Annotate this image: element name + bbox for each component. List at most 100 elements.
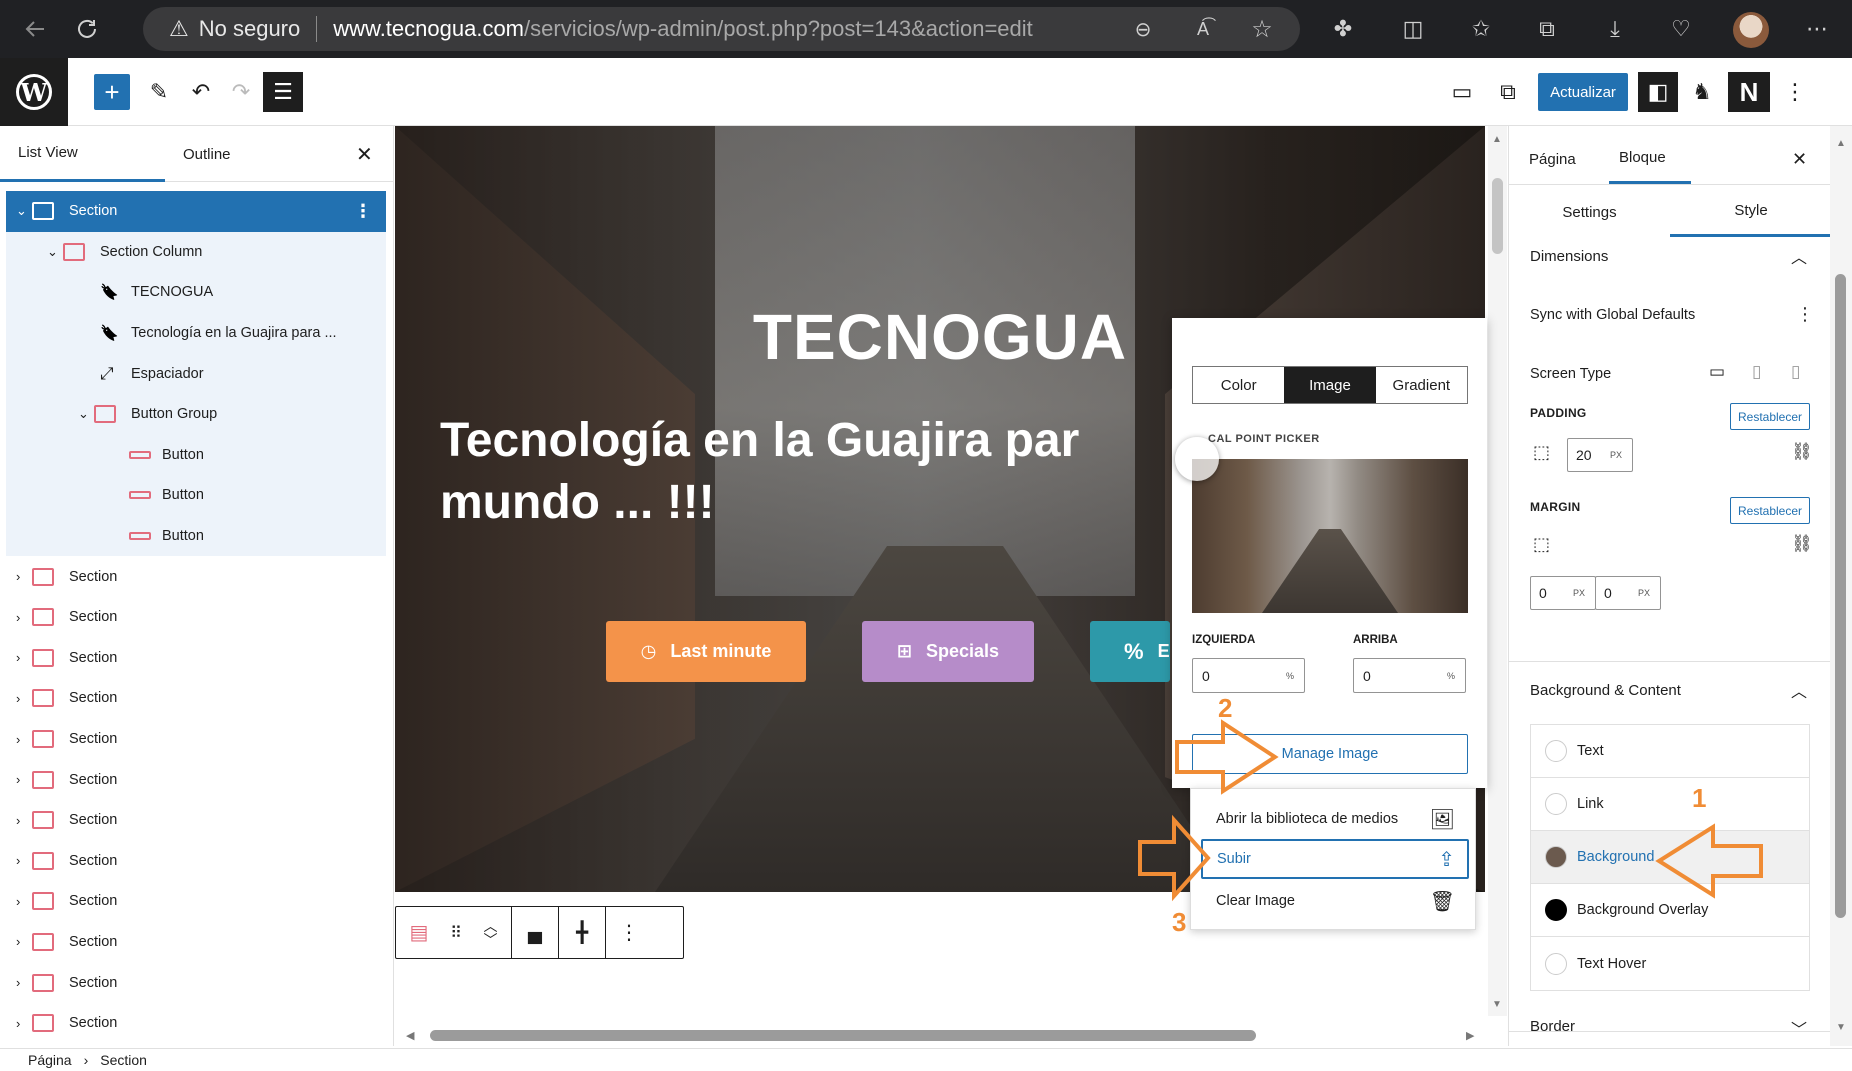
list-item[interactable]: 🔖 Tecnología en la Guajira para ...: [6, 312, 386, 354]
padding-reset-button[interactable]: Restablecer: [1730, 403, 1810, 430]
breadcrumb-current[interactable]: Section: [100, 1052, 147, 1068]
chevron-right-icon[interactable]: ›: [16, 772, 20, 787]
list-item[interactable]: › Section: [6, 597, 386, 638]
discount-button[interactable]: % E: [1090, 621, 1170, 682]
color-setting-link[interactable]: Link: [1531, 778, 1809, 831]
zoom-icon[interactable]: ⊖: [1126, 12, 1160, 46]
undo-icon[interactable]: ↶: [186, 74, 216, 110]
section-block-icon[interactable]: ▤: [396, 907, 442, 958]
chevron-right-icon[interactable]: ›: [16, 1016, 20, 1031]
item-options-icon[interactable]: ⋮: [354, 201, 372, 222]
unlink-icon[interactable]: ⛓: [1791, 534, 1813, 554]
more-menu-icon[interactable]: ⋯: [1800, 12, 1834, 46]
desktop-icon[interactable]: ▭: [1709, 362, 1725, 382]
list-item[interactable]: › Section: [6, 881, 386, 922]
redo-icon[interactable]: ↷: [226, 74, 256, 110]
canvas-vertical-scrollbar[interactable]: ▲ ▼: [1488, 126, 1507, 1016]
padding-input[interactable]: 20 PX: [1567, 438, 1633, 472]
chevron-right-icon[interactable]: ›: [16, 691, 20, 706]
options-kebab-icon[interactable]: ⋮: [1780, 74, 1810, 110]
health-icon[interactable]: ♡: [1664, 12, 1698, 46]
back-icon[interactable]: [18, 12, 52, 46]
tablet-icon[interactable]: ▯: [1752, 362, 1761, 382]
list-item[interactable]: 🔖 TECNOGUA: [6, 272, 386, 313]
color-setting-text[interactable]: Text: [1531, 725, 1809, 778]
more-options-icon[interactable]: ⋮: [606, 907, 652, 958]
dimensions-heading[interactable]: Dimensions: [1530, 248, 1608, 265]
seg-color[interactable]: Color: [1193, 367, 1284, 403]
margin-reset-button[interactable]: Restablecer: [1730, 497, 1810, 524]
chevron-right-icon[interactable]: ›: [16, 853, 20, 868]
upload-item[interactable]: Subir ⇪: [1201, 839, 1469, 879]
list-item[interactable]: › Section: [6, 678, 386, 719]
chevron-down-icon[interactable]: ⌄: [47, 244, 58, 260]
chevron-right-icon[interactable]: ›: [16, 650, 20, 665]
wordpress-logo[interactable]: W: [0, 58, 68, 126]
move-up-down-icon[interactable]: ︿ ﹀: [470, 907, 512, 958]
seg-gradient[interactable]: Gradient: [1376, 367, 1467, 403]
bg-content-heading[interactable]: Background & Content: [1530, 682, 1681, 699]
list-item[interactable]: ⌄ Button Group: [6, 393, 386, 435]
justify-icon[interactable]: ╋: [559, 907, 606, 958]
list-item[interactable]: Button: [6, 434, 386, 476]
margin-bottom-input[interactable]: 0 PX: [1595, 576, 1661, 610]
add-block-button[interactable]: +: [94, 74, 130, 110]
sync-options-icon[interactable]: ⋮: [1796, 304, 1814, 325]
margin-top-input[interactable]: 0 PX: [1530, 576, 1596, 610]
mobile-icon[interactable]: ▯: [1791, 362, 1800, 382]
chevron-right-icon[interactable]: ›: [16, 813, 20, 828]
list-item[interactable]: › Section: [6, 962, 386, 1003]
chevron-right-icon[interactable]: ›: [16, 894, 20, 909]
list-item[interactable]: ⤢ Espaciador: [6, 353, 386, 394]
collections-icon[interactable]: ⧉: [1530, 12, 1564, 46]
chevron-down-icon[interactable]: ⌄: [16, 203, 27, 219]
extensions-icon[interactable]: ✤: [1326, 12, 1360, 46]
read-aloud-icon[interactable]: A͡: [1186, 12, 1220, 46]
panel-vertical-scrollbar[interactable]: ▲ ▼: [1830, 126, 1852, 1046]
settings-sidebar-icon[interactable]: ◧: [1638, 72, 1678, 112]
tab-block[interactable]: Bloque: [1609, 134, 1691, 184]
chevron-down-icon[interactable]: ﹀: [1791, 1016, 1807, 1040]
list-item[interactable]: › Section: [6, 638, 386, 679]
list-item[interactable]: › Section: [6, 841, 386, 882]
profile-avatar[interactable]: [1733, 12, 1769, 48]
tab-list-view[interactable]: List View: [0, 126, 165, 182]
align-icon[interactable]: ▄: [512, 907, 559, 958]
focal-point-handle[interactable]: [1175, 437, 1219, 481]
tab-outline[interactable]: Outline: [183, 126, 231, 182]
list-item[interactable]: › Section: [6, 556, 386, 597]
specials-button[interactable]: ⊞ Specials: [862, 621, 1034, 682]
close-icon[interactable]: ✕: [356, 126, 373, 182]
border-heading[interactable]: Border: [1530, 1018, 1575, 1035]
canvas-horizontal-scrollbar[interactable]: ◀ ▶: [398, 1026, 1484, 1046]
breadcrumb-root[interactable]: Página: [28, 1052, 72, 1068]
clear-image-item[interactable]: Clear Image 🗑: [1191, 881, 1477, 921]
update-button[interactable]: Actualizar: [1538, 73, 1628, 111]
scroll-up-arrow-icon[interactable]: ▲: [1836, 138, 1846, 149]
scroll-right-arrow-icon[interactable]: ▶: [1466, 1029, 1474, 1042]
preview-device-icon[interactable]: ▭: [1446, 74, 1478, 110]
chevron-up-icon[interactable]: ︿: [1791, 244, 1807, 268]
split-screen-icon[interactable]: ◫: [1396, 12, 1430, 46]
color-setting-text-hover[interactable]: Text Hover: [1531, 937, 1809, 990]
subtab-style[interactable]: Style: [1670, 187, 1832, 237]
list-item[interactable]: › Section: [6, 719, 386, 760]
focal-point-image[interactable]: [1192, 459, 1468, 613]
view-post-icon[interactable]: ⧉: [1492, 74, 1524, 110]
list-item[interactable]: Button: [6, 475, 386, 516]
favorite-star-icon[interactable]: ☆: [1245, 12, 1279, 46]
chevron-right-icon[interactable]: ›: [16, 732, 20, 747]
plugin-icon[interactable]: ♞: [1686, 74, 1718, 110]
hero-subtitle[interactable]: Tecnología en la Guajira par mundo ... !…: [440, 410, 1200, 534]
last-minute-button[interactable]: ◷ Last minute: [606, 621, 806, 682]
list-item[interactable]: › Section: [6, 1003, 386, 1044]
list-item[interactable]: ⌄ Section ⋮: [6, 191, 386, 232]
chevron-right-icon[interactable]: ›: [16, 934, 20, 949]
n-plugin-button[interactable]: N: [1728, 72, 1770, 112]
chevron-right-icon[interactable]: ›: [16, 569, 20, 584]
chevron-down-icon[interactable]: ⌄: [78, 406, 89, 422]
open-media-library-item[interactable]: Abrir la biblioteca de medios 🖼: [1191, 799, 1477, 839]
favorites-icon[interactable]: ✩: [1464, 12, 1498, 46]
list-item[interactable]: › Section: [6, 800, 386, 841]
edit-pencil-icon[interactable]: ✎: [144, 74, 174, 110]
